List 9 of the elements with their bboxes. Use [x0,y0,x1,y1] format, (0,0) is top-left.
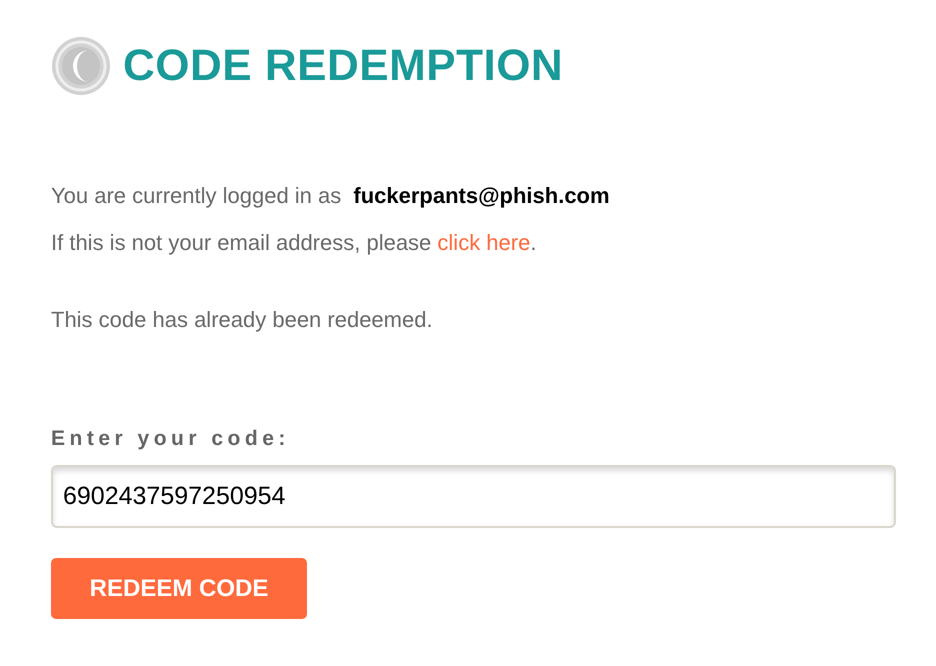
status-message: This code has already been redeemed. [51,306,433,334]
email-prompt-text: If this is not your email address, please click here. [51,229,536,257]
page-title: CODE REDEMPTION [123,41,564,91]
click-here-link[interactable]: click here [437,230,530,255]
code-input-field[interactable]: 6902437597250954 [51,465,896,528]
code-label: Enter your code: [51,427,290,451]
redeem-code-button[interactable]: REDEEM CODE [51,558,307,619]
logo-icon [51,36,111,96]
login-status-text: You are currently logged in as fuckerpants@phish.com [51,182,610,210]
